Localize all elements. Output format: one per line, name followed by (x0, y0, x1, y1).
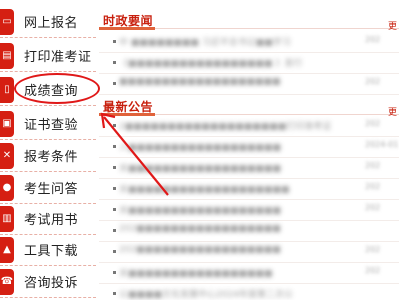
annotation-arrow-icon (100, 112, 169, 196)
